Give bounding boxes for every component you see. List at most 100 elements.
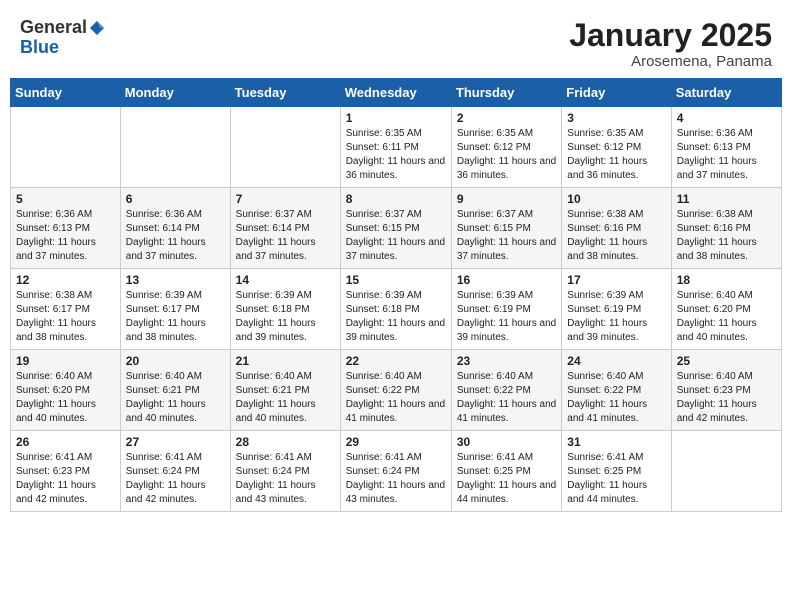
calendar-cell: 10 Sunrise: 6:38 AM Sunset: 6:16 PM Dayli… bbox=[562, 188, 671, 269]
day-number: 2 bbox=[457, 111, 556, 125]
calendar-week-3: 12 Sunrise: 6:38 AM Sunset: 6:17 PM Dayli… bbox=[11, 269, 782, 350]
day-number: 10 bbox=[567, 192, 665, 206]
calendar-cell: 5 Sunrise: 6:36 AM Sunset: 6:13 PM Daylig… bbox=[11, 188, 121, 269]
day-number: 31 bbox=[567, 435, 665, 449]
day-number: 6 bbox=[126, 192, 225, 206]
calendar-cell: 20 Sunrise: 6:40 AM Sunset: 6:21 PM Dayli… bbox=[120, 350, 230, 431]
calendar-cell: 26 Sunrise: 6:41 AM Sunset: 6:23 PM Dayli… bbox=[11, 431, 121, 512]
calendar-cell: 25 Sunrise: 6:40 AM Sunset: 6:23 PM Dayli… bbox=[671, 350, 781, 431]
calendar-cell: 14 Sunrise: 6:39 AM Sunset: 6:18 PM Dayli… bbox=[230, 269, 340, 350]
day-number: 13 bbox=[126, 273, 225, 287]
calendar-cell: 2 Sunrise: 6:35 AM Sunset: 6:12 PM Daylig… bbox=[451, 107, 561, 188]
day-number: 14 bbox=[236, 273, 335, 287]
day-info: Sunrise: 6:41 AM Sunset: 6:24 PM Dayligh… bbox=[126, 451, 225, 507]
day-info: Sunrise: 6:41 AM Sunset: 6:25 PM Dayligh… bbox=[457, 451, 556, 507]
calendar-cell bbox=[120, 107, 230, 188]
title-block: January 2025 Arosemena, Panama bbox=[569, 18, 772, 70]
day-number: 30 bbox=[457, 435, 556, 449]
day-number: 20 bbox=[126, 354, 225, 368]
day-number: 23 bbox=[457, 354, 556, 368]
day-header-sunday: Sunday bbox=[11, 79, 121, 107]
day-number: 3 bbox=[567, 111, 665, 125]
day-number: 17 bbox=[567, 273, 665, 287]
day-info: Sunrise: 6:37 AM Sunset: 6:14 PM Dayligh… bbox=[236, 208, 335, 264]
day-number: 29 bbox=[346, 435, 446, 449]
day-info: Sunrise: 6:40 AM Sunset: 6:21 PM Dayligh… bbox=[126, 370, 225, 426]
day-number: 28 bbox=[236, 435, 335, 449]
calendar-cell: 7 Sunrise: 6:37 AM Sunset: 6:14 PM Daylig… bbox=[230, 188, 340, 269]
logo-general: General bbox=[20, 18, 87, 38]
calendar-cell: 31 Sunrise: 6:41 AM Sunset: 6:25 PM Dayli… bbox=[562, 431, 671, 512]
calendar-table: SundayMondayTuesdayWednesdayThursdayFrid… bbox=[10, 78, 782, 512]
day-info: Sunrise: 6:40 AM Sunset: 6:20 PM Dayligh… bbox=[16, 370, 115, 426]
calendar-cell: 12 Sunrise: 6:38 AM Sunset: 6:17 PM Dayli… bbox=[11, 269, 121, 350]
day-number: 15 bbox=[346, 273, 446, 287]
day-header-thursday: Thursday bbox=[451, 79, 561, 107]
day-number: 5 bbox=[16, 192, 115, 206]
calendar-cell: 30 Sunrise: 6:41 AM Sunset: 6:25 PM Dayli… bbox=[451, 431, 561, 512]
day-header-wednesday: Wednesday bbox=[340, 79, 451, 107]
day-header-tuesday: Tuesday bbox=[230, 79, 340, 107]
day-info: Sunrise: 6:41 AM Sunset: 6:24 PM Dayligh… bbox=[236, 451, 335, 507]
day-info: Sunrise: 6:40 AM Sunset: 6:22 PM Dayligh… bbox=[457, 370, 556, 426]
month-title: January 2025 bbox=[569, 18, 772, 53]
day-info: Sunrise: 6:37 AM Sunset: 6:15 PM Dayligh… bbox=[346, 208, 446, 264]
calendar-cell: 13 Sunrise: 6:39 AM Sunset: 6:17 PM Dayli… bbox=[120, 269, 230, 350]
day-info: Sunrise: 6:38 AM Sunset: 6:17 PM Dayligh… bbox=[16, 289, 115, 345]
calendar-cell: 23 Sunrise: 6:40 AM Sunset: 6:22 PM Dayli… bbox=[451, 350, 561, 431]
day-number: 18 bbox=[677, 273, 776, 287]
calendar-cell: 19Sunrise: 6:40 AM Sunset: 6:20 PM Dayli… bbox=[11, 350, 121, 431]
calendar-cell: 24 Sunrise: 6:40 AM Sunset: 6:22 PM Dayli… bbox=[562, 350, 671, 431]
logo-blue: Blue bbox=[20, 37, 59, 57]
day-info: Sunrise: 6:39 AM Sunset: 6:19 PM Dayligh… bbox=[567, 289, 665, 345]
day-info: Sunrise: 6:39 AM Sunset: 6:17 PM Dayligh… bbox=[126, 289, 225, 345]
day-info: Sunrise: 6:38 AM Sunset: 6:16 PM Dayligh… bbox=[677, 208, 776, 264]
day-number: 8 bbox=[346, 192, 446, 206]
calendar-cell: 29 Sunrise: 6:41 AM Sunset: 6:24 PM Dayli… bbox=[340, 431, 451, 512]
day-info: Sunrise: 6:36 AM Sunset: 6:13 PM Dayligh… bbox=[16, 208, 115, 264]
day-number: 27 bbox=[126, 435, 225, 449]
calendar-cell: 6Sunrise: 6:36 AM Sunset: 6:14 PM Daylig… bbox=[120, 188, 230, 269]
day-number: 11 bbox=[677, 192, 776, 206]
day-number: 25 bbox=[677, 354, 776, 368]
day-number: 16 bbox=[457, 273, 556, 287]
day-info: Sunrise: 6:41 AM Sunset: 6:23 PM Dayligh… bbox=[16, 451, 115, 507]
calendar-week-4: 19Sunrise: 6:40 AM Sunset: 6:20 PM Dayli… bbox=[11, 350, 782, 431]
day-info: Sunrise: 6:41 AM Sunset: 6:25 PM Dayligh… bbox=[567, 451, 665, 507]
calendar-cell: 11 Sunrise: 6:38 AM Sunset: 6:16 PM Dayli… bbox=[671, 188, 781, 269]
day-info: Sunrise: 6:38 AM Sunset: 6:16 PM Dayligh… bbox=[567, 208, 665, 264]
calendar-header-row: SundayMondayTuesdayWednesdayThursdayFrid… bbox=[11, 79, 782, 107]
calendar-cell: 22 Sunrise: 6:40 AM Sunset: 6:22 PM Dayli… bbox=[340, 350, 451, 431]
day-info: Sunrise: 6:35 AM Sunset: 6:11 PM Dayligh… bbox=[346, 127, 446, 183]
day-number: 21 bbox=[236, 354, 335, 368]
calendar-cell bbox=[671, 431, 781, 512]
calendar-cell bbox=[11, 107, 121, 188]
calendar-cell: 8 Sunrise: 6:37 AM Sunset: 6:15 PM Daylig… bbox=[340, 188, 451, 269]
day-number: 12 bbox=[16, 273, 115, 287]
day-number: 22 bbox=[346, 354, 446, 368]
day-number: 7 bbox=[236, 192, 335, 206]
day-info: Sunrise: 6:39 AM Sunset: 6:18 PM Dayligh… bbox=[236, 289, 335, 345]
day-info: Sunrise: 6:41 AM Sunset: 6:24 PM Dayligh… bbox=[346, 451, 446, 507]
day-info: Sunrise: 6:40 AM Sunset: 6:22 PM Dayligh… bbox=[346, 370, 446, 426]
day-number: 4 bbox=[677, 111, 776, 125]
calendar-cell: 21Sunrise: 6:40 AM Sunset: 6:21 PM Dayli… bbox=[230, 350, 340, 431]
day-info: Sunrise: 6:40 AM Sunset: 6:22 PM Dayligh… bbox=[567, 370, 665, 426]
calendar-cell: 28 Sunrise: 6:41 AM Sunset: 6:24 PM Dayli… bbox=[230, 431, 340, 512]
day-header-monday: Monday bbox=[120, 79, 230, 107]
day-number: 24 bbox=[567, 354, 665, 368]
day-number: 26 bbox=[16, 435, 115, 449]
calendar-cell: 15Sunrise: 6:39 AM Sunset: 6:18 PM Dayli… bbox=[340, 269, 451, 350]
calendar-week-1: 1 Sunrise: 6:35 AM Sunset: 6:11 PM Daylig… bbox=[11, 107, 782, 188]
logo: General Blue bbox=[20, 18, 107, 58]
day-number: 1 bbox=[346, 111, 446, 125]
day-info: Sunrise: 6:40 AM Sunset: 6:23 PM Dayligh… bbox=[677, 370, 776, 426]
logo-icon bbox=[88, 19, 106, 37]
day-info: Sunrise: 6:35 AM Sunset: 6:12 PM Dayligh… bbox=[457, 127, 556, 183]
day-info: Sunrise: 6:39 AM Sunset: 6:19 PM Dayligh… bbox=[457, 289, 556, 345]
calendar-cell: 4Sunrise: 6:36 AM Sunset: 6:13 PM Daylig… bbox=[671, 107, 781, 188]
calendar-cell bbox=[230, 107, 340, 188]
calendar-cell: 27 Sunrise: 6:41 AM Sunset: 6:24 PM Dayli… bbox=[120, 431, 230, 512]
day-header-friday: Friday bbox=[562, 79, 671, 107]
calendar-cell: 9Sunrise: 6:37 AM Sunset: 6:15 PM Daylig… bbox=[451, 188, 561, 269]
